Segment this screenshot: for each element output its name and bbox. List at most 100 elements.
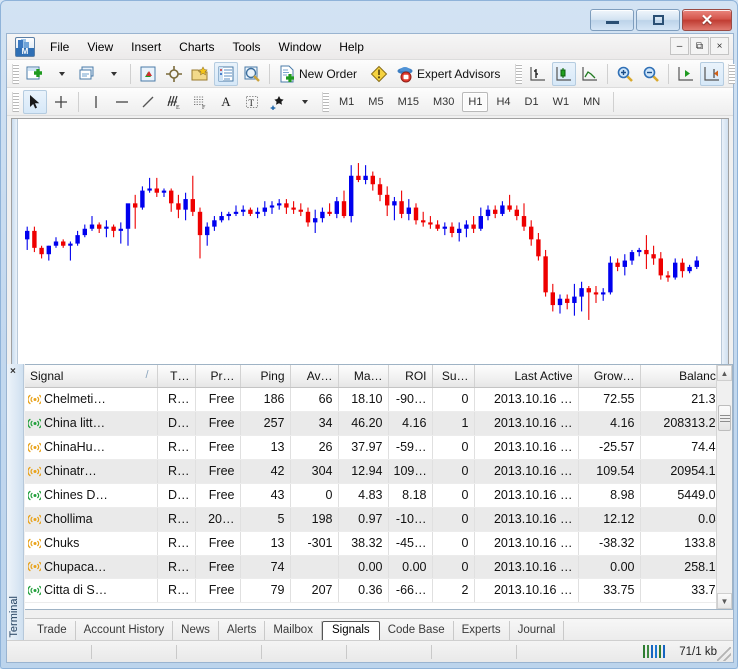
table-row[interactable]: Chinatr… R… Free 42 304 12.94 109… 0 2013.10.16 … [25,459,732,484]
menu-window[interactable]: Window [270,37,331,57]
mdi-restore-button[interactable]: ⧉ [690,37,709,55]
new-order-button[interactable]: New Order [275,62,365,86]
candlestick-chart-button[interactable] [552,61,577,86]
zoom-out-button[interactable] [639,62,663,86]
profiles-dropdown-button[interactable] [101,62,125,86]
mdi-close-button[interactable]: × [710,37,729,55]
tab-news[interactable]: News [173,621,219,640]
auto-scroll-button[interactable] [674,62,698,86]
timeframe-m1[interactable]: M1 [333,92,360,112]
terminal-close-icon[interactable]: × [10,366,16,377]
chart-shift-button[interactable] [700,61,725,86]
strategy-tester-button[interactable] [240,62,264,86]
cursor-tool-button[interactable] [23,89,47,114]
price-chart[interactable] [11,118,729,366]
signals-grid[interactable]: Signal T… Pr… Ping Av… Ma… ROI Su… Last … [25,364,733,610]
vertical-line-tool-button[interactable] [84,90,108,114]
signal-icon-orange [28,394,41,404]
resize-grip[interactable] [717,647,731,661]
signals-scrollbar[interactable]: ▲ ▼ [716,365,732,609]
timeframe-d1[interactable]: D1 [519,92,545,112]
minimize-button[interactable] [590,9,634,31]
zoom-in-button[interactable] [613,62,637,86]
mdi-minimize-button[interactable]: – [670,37,689,55]
tab-journal[interactable]: Journal [510,621,565,640]
tab-signals[interactable]: Signals [321,621,380,641]
toolbar-gripper[interactable] [12,63,19,84]
column-header-ping[interactable]: Ping [240,365,291,388]
table-row[interactable]: Chuks R… Free 13 -301 38.32 -45… 0 2013.10.16 … -… [25,531,732,556]
timeframe-m15[interactable]: M15 [392,92,425,112]
column-header-type[interactable]: T… [157,365,196,388]
navigator-button[interactable] [162,62,186,86]
trendline-tool-button[interactable] [136,90,160,114]
timeframe-h1[interactable]: H1 [462,91,489,112]
shapes-dropdown-button[interactable] [292,90,316,114]
timeframe-m30[interactable]: M30 [427,92,460,112]
timeframe-w1[interactable]: W1 [547,92,576,112]
column-header-roi[interactable]: ROI [388,365,433,388]
table-row[interactable]: Chines D… D… Free 43 0 4.83 8.18 0 2013.10.16 … 8… [25,483,732,508]
column-header-growth[interactable]: Grow… [578,365,641,388]
timeframe-mn[interactable]: MN [577,92,606,112]
new-chart-dropdown-button[interactable] [49,62,73,86]
table-row[interactable]: ChinaHu… R… Free 13 26 37.97 -59… 0 2013.10.16 …… [25,435,732,460]
table-row[interactable]: Chelmeti… R… Free 186 66 18.10 -90… 0 2013.10.16… [25,387,732,412]
text-tool-button[interactable]: A [214,90,238,114]
tab-account-history[interactable]: Account History [76,621,174,640]
maximize-button[interactable] [636,9,680,31]
column-header-price[interactable]: Pr… [195,365,241,388]
column-header-balance[interactable]: Balance [640,365,729,388]
close-button[interactable]: ✕ [682,9,732,31]
bar-chart-button[interactable] [526,62,550,86]
horizontal-line-tool-button[interactable] [110,90,134,114]
elliott-wave-tool-button[interactable]: E [162,90,186,114]
menu-view[interactable]: View [78,37,122,57]
menu-help[interactable]: Help [330,37,373,57]
toolbar-gripper[interactable] [728,63,736,84]
scroll-up-button[interactable]: ▲ [717,365,732,381]
table-row[interactable]: Citta di S… R… Free 79 207 0.36 -66… 2 2013.10.1… [25,578,732,603]
terminal-button[interactable] [214,61,238,86]
terminal-panel: × Terminal Signal T… Pr… [7,364,733,662]
table-row[interactable]: China litt… D… Free 257 34 46.20 4.16 1 2013.10.… [25,411,732,436]
column-header-subscribers[interactable]: Su… [432,365,475,388]
tab-code-base[interactable]: Code Base [380,621,454,640]
column-header-last-active[interactable]: Last Active [474,365,579,388]
toolbar-gripper[interactable] [515,63,523,84]
tab-trade[interactable]: Trade [29,621,76,640]
toolbar-gripper[interactable] [12,91,19,112]
data-window-button[interactable] [188,62,212,86]
table-row[interactable]: Chupaca… R… Free 74 0.00 0.00 0 2013.10.16 … 0.0… [25,555,732,579]
column-header-signal[interactable]: Signal [25,365,158,388]
alert-button[interactable] [367,62,391,86]
menu-charts[interactable]: Charts [170,37,223,57]
tab-mailbox[interactable]: Mailbox [265,621,322,640]
fibonacci-tool-button[interactable]: F [188,90,212,114]
menu-tools[interactable]: Tools [224,37,270,57]
menu-insert[interactable]: Insert [122,37,170,57]
table-row[interactable]: Chollima R… 20… 5 198 0.97 -10… 0 2013.10.16 … 12… [25,507,732,532]
profiles-button[interactable] [75,62,99,86]
tab-experts[interactable]: Experts [454,621,510,640]
expert-advisors-button[interactable]: Expert Advisors [393,62,508,86]
new-chart-button[interactable] [23,62,47,86]
column-header-maxdd[interactable]: Ma… [338,365,389,388]
chart-price-scale[interactable] [721,119,728,365]
cell-maxdd: 12.94 [338,459,389,484]
toolbar-gripper[interactable] [322,91,329,112]
shapes-tool-button[interactable] [266,90,290,114]
market-watch-button[interactable] [136,62,160,86]
line-chart-button[interactable] [578,62,602,86]
scrollbar-thumb[interactable] [718,405,731,431]
timeframe-m5[interactable]: M5 [362,92,389,112]
column-header-average[interactable]: Av… [290,365,339,388]
tab-alerts[interactable]: Alerts [219,621,266,640]
menu-file[interactable]: File [41,37,78,57]
scroll-down-button[interactable]: ▼ [717,593,732,609]
status-segment [177,644,262,659]
crosshair-tool-button[interactable] [49,90,73,114]
cell-type: R… [157,531,196,556]
text-label-tool-button[interactable]: T [240,90,264,114]
timeframe-h4[interactable]: H4 [490,92,516,112]
